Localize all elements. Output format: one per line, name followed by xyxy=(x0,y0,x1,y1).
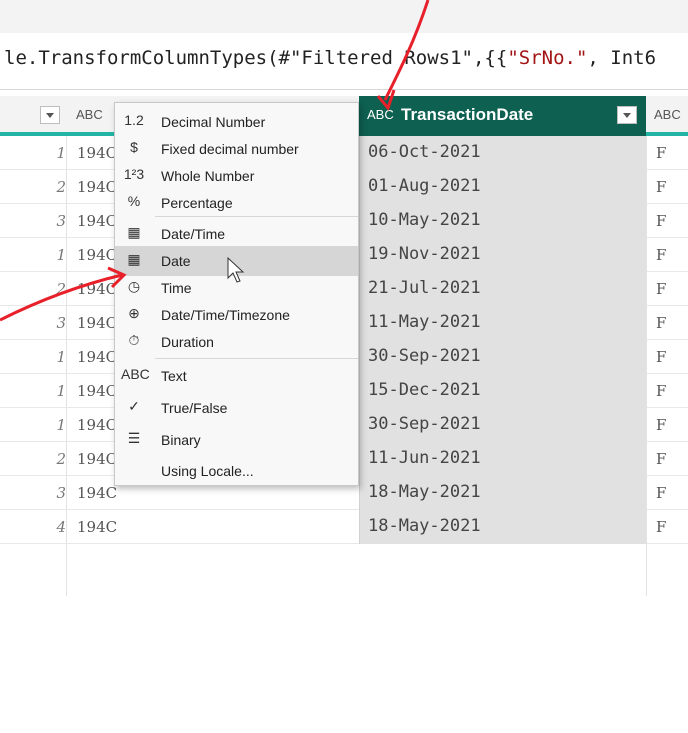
mouse-cursor-icon xyxy=(227,256,245,283)
annotation-arrows xyxy=(0,0,430,322)
annotation-arrow-top xyxy=(383,0,430,101)
annotation-arrow-left xyxy=(0,273,123,322)
